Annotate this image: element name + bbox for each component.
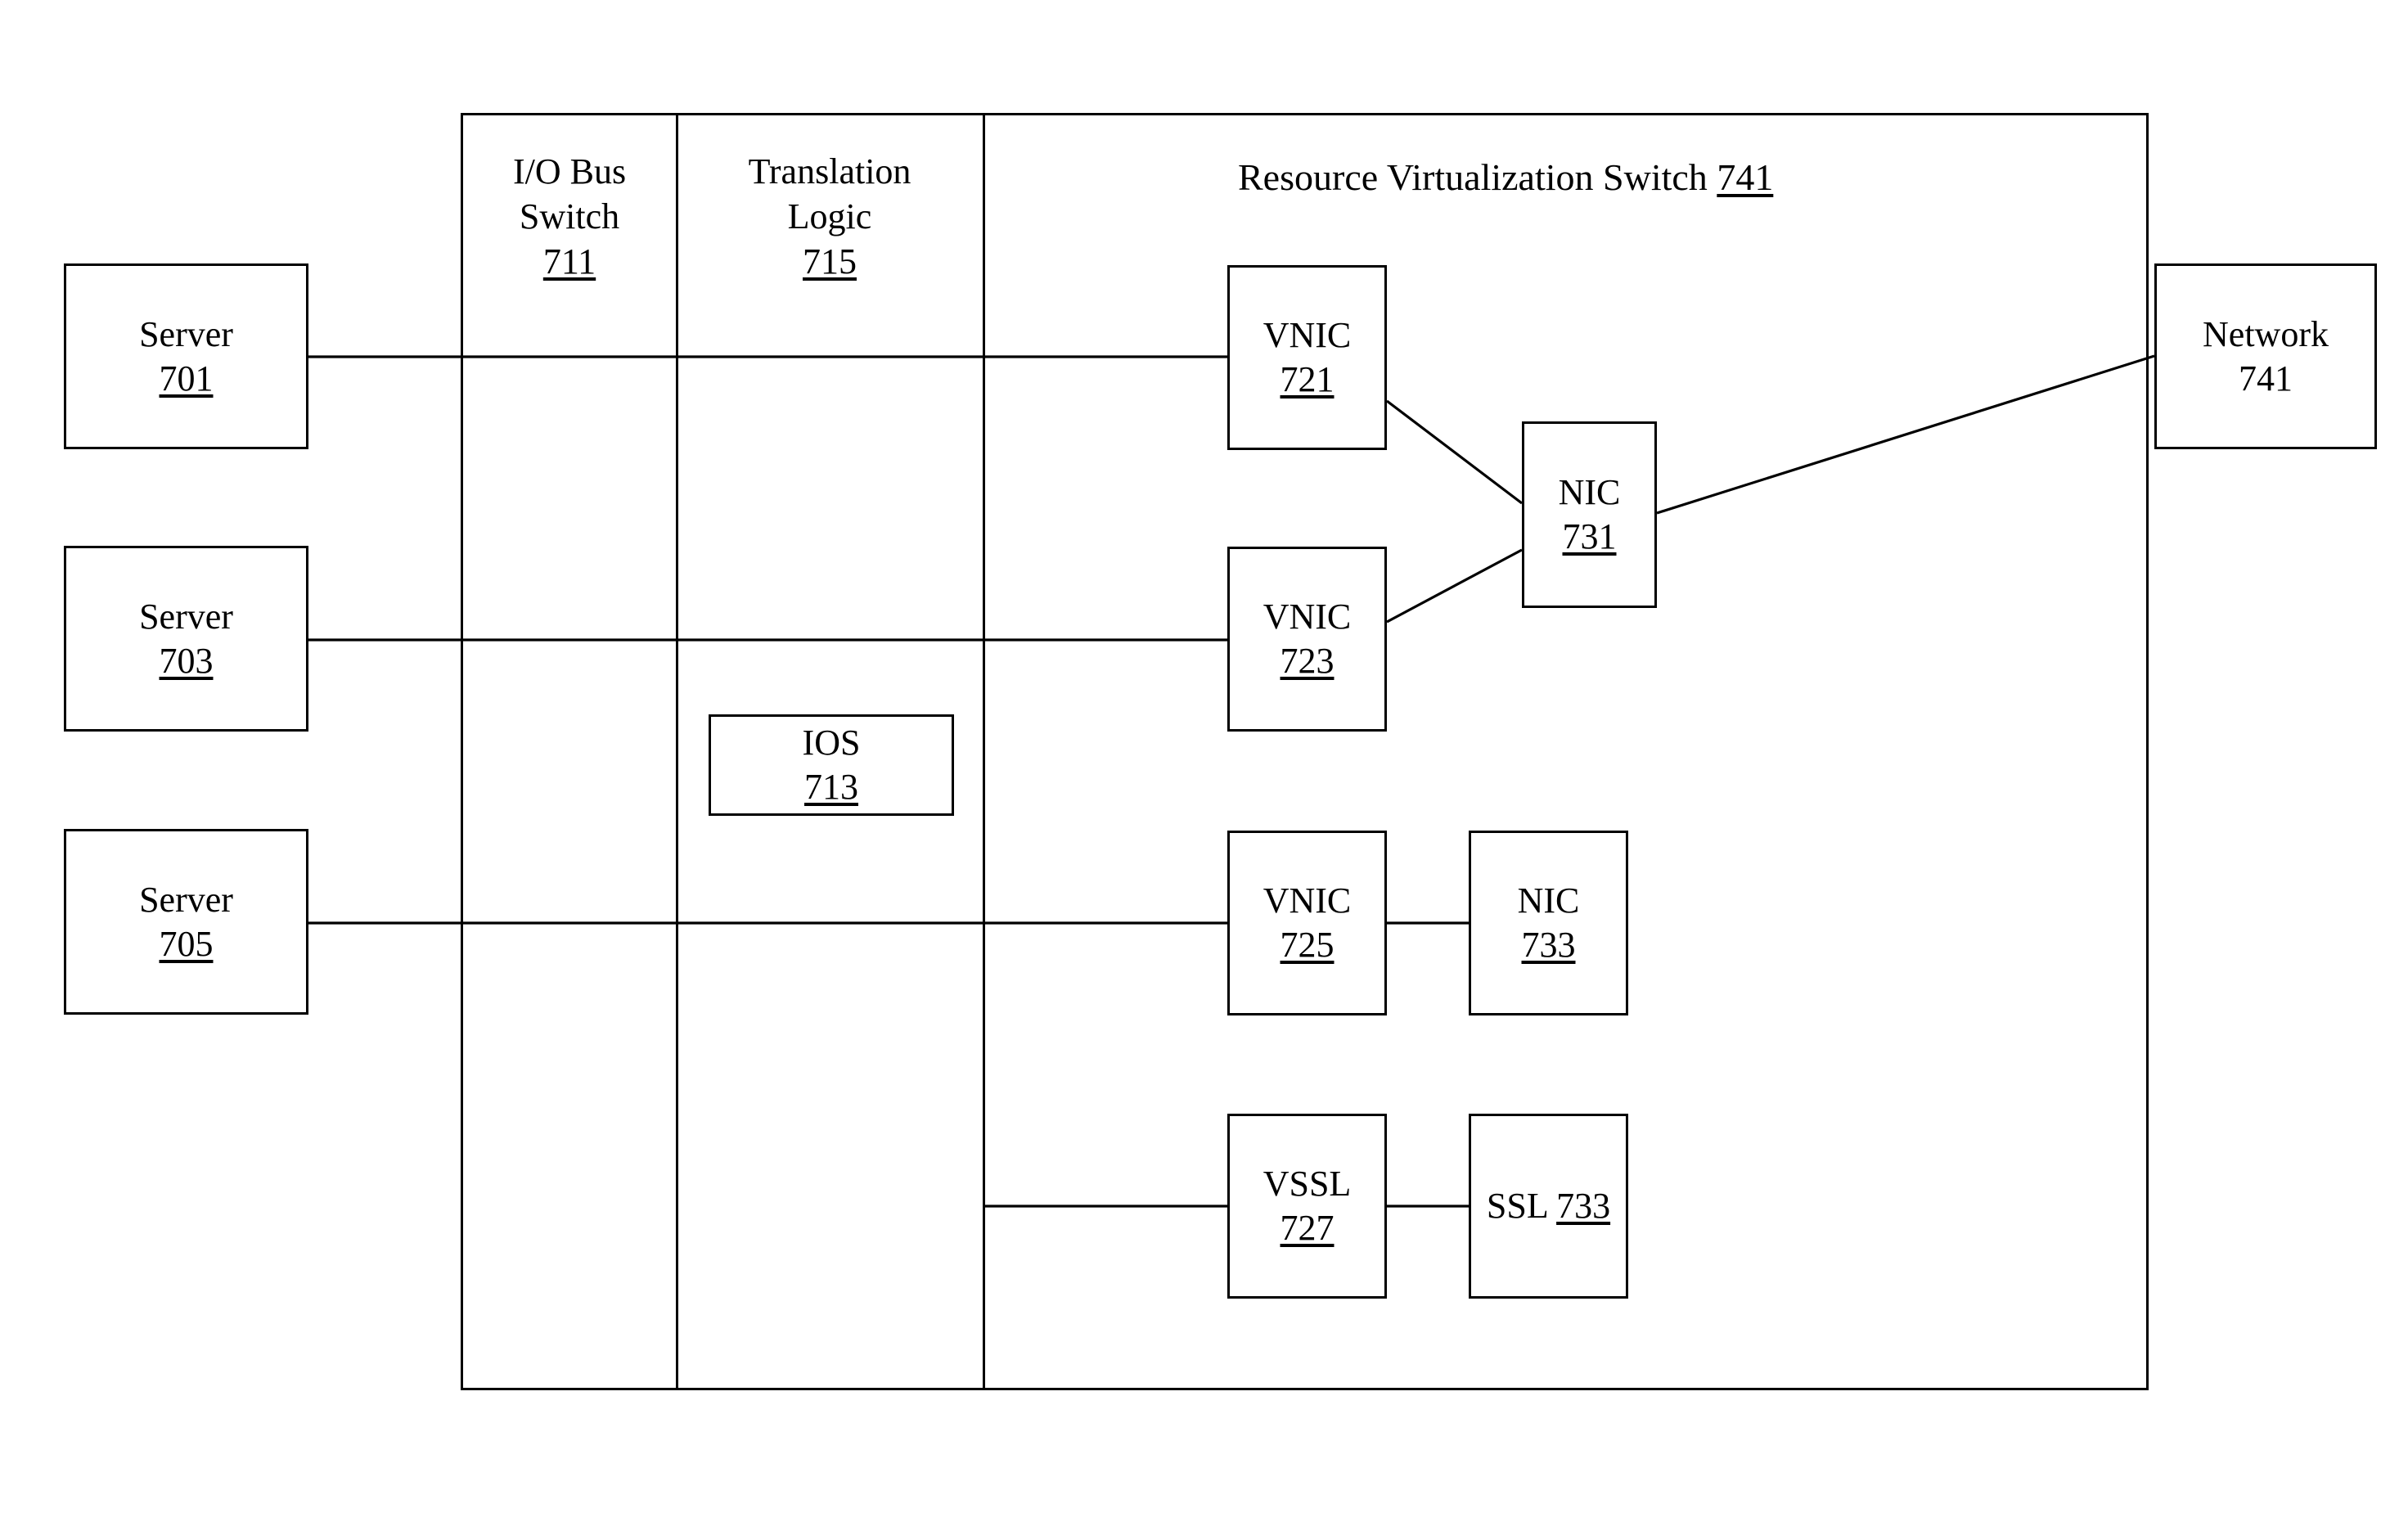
container-title-text: Resource Virtualization Switch: [1238, 156, 1708, 198]
vssl-727-box[interactable]: VSSL 727: [1227, 1114, 1387, 1299]
ssl-733-label: SSL: [1486, 1186, 1548, 1227]
nic-731-ref: 731: [1562, 516, 1617, 556]
vnic-721-box[interactable]: VNIC 721: [1227, 265, 1387, 450]
ssl-733-ref: 733: [1556, 1186, 1611, 1227]
server-705-ref: 705: [159, 923, 214, 964]
network-741-ref: 741: [2239, 358, 2293, 399]
translation-logic-line1: Translation: [748, 151, 911, 191]
io-bus-switch-line2: Switch: [519, 196, 620, 236]
io-bus-switch-line1: I/O Bus: [512, 151, 627, 191]
nic-731-box[interactable]: NIC 731: [1522, 421, 1657, 608]
server-701-box[interactable]: Server 701: [64, 263, 308, 449]
server-703-label: Server: [139, 596, 233, 637]
ios-713-box[interactable]: IOS 713: [709, 714, 954, 816]
ssl-733-box[interactable]: SSL 733: [1469, 1114, 1628, 1299]
ssl-733-line: SSL 733: [1487, 1184, 1610, 1228]
network-741-label: Network: [2203, 313, 2329, 354]
translation-logic-line2: Logic: [787, 196, 872, 236]
column-divider-2: [983, 113, 985, 1390]
ios-713-ref: 713: [804, 767, 858, 807]
vnic-725-box[interactable]: VNIC 725: [1227, 831, 1387, 1015]
server-705-label: Server: [139, 879, 233, 920]
vnic-723-box[interactable]: VNIC 723: [1227, 547, 1387, 732]
nic-733-label: NIC: [1517, 880, 1580, 921]
container-title-ref: 741: [1717, 156, 1774, 198]
column-header-translation-logic: Translation Logic 715: [686, 149, 974, 284]
server-703-ref: 703: [159, 640, 214, 681]
figure-canvas: I/O Bus Switch 711 Translation Logic 715…: [0, 0, 2408, 1513]
ios-713-label: IOS: [802, 723, 861, 763]
vnic-721-ref: 721: [1280, 359, 1335, 399]
nic-733-ref: 733: [1521, 925, 1576, 965]
vnic-723-label: VNIC: [1263, 597, 1352, 637]
vnic-721-label: VNIC: [1263, 315, 1352, 356]
translation-logic-ref: 715: [803, 241, 857, 281]
server-703-box[interactable]: Server 703: [64, 546, 308, 732]
vssl-727-label: VSSL: [1263, 1164, 1352, 1205]
vnic-723-ref: 723: [1280, 641, 1335, 681]
network-741-box[interactable]: Network 741: [2154, 263, 2377, 449]
vssl-727-ref: 727: [1280, 1208, 1335, 1248]
io-bus-switch-ref: 711: [542, 241, 596, 281]
container-title: Resource Virtualization Switch 741: [1238, 155, 1773, 199]
vnic-725-label: VNIC: [1263, 880, 1352, 921]
server-701-label: Server: [139, 313, 233, 354]
nic-733-box[interactable]: NIC 733: [1469, 831, 1628, 1015]
nic-731-label: NIC: [1558, 472, 1621, 513]
column-header-io-bus-switch: I/O Bus Switch 711: [473, 149, 666, 284]
vnic-725-ref: 725: [1280, 925, 1335, 965]
server-701-ref: 701: [159, 358, 214, 399]
column-divider-1: [676, 113, 678, 1390]
server-705-box[interactable]: Server 705: [64, 829, 308, 1015]
